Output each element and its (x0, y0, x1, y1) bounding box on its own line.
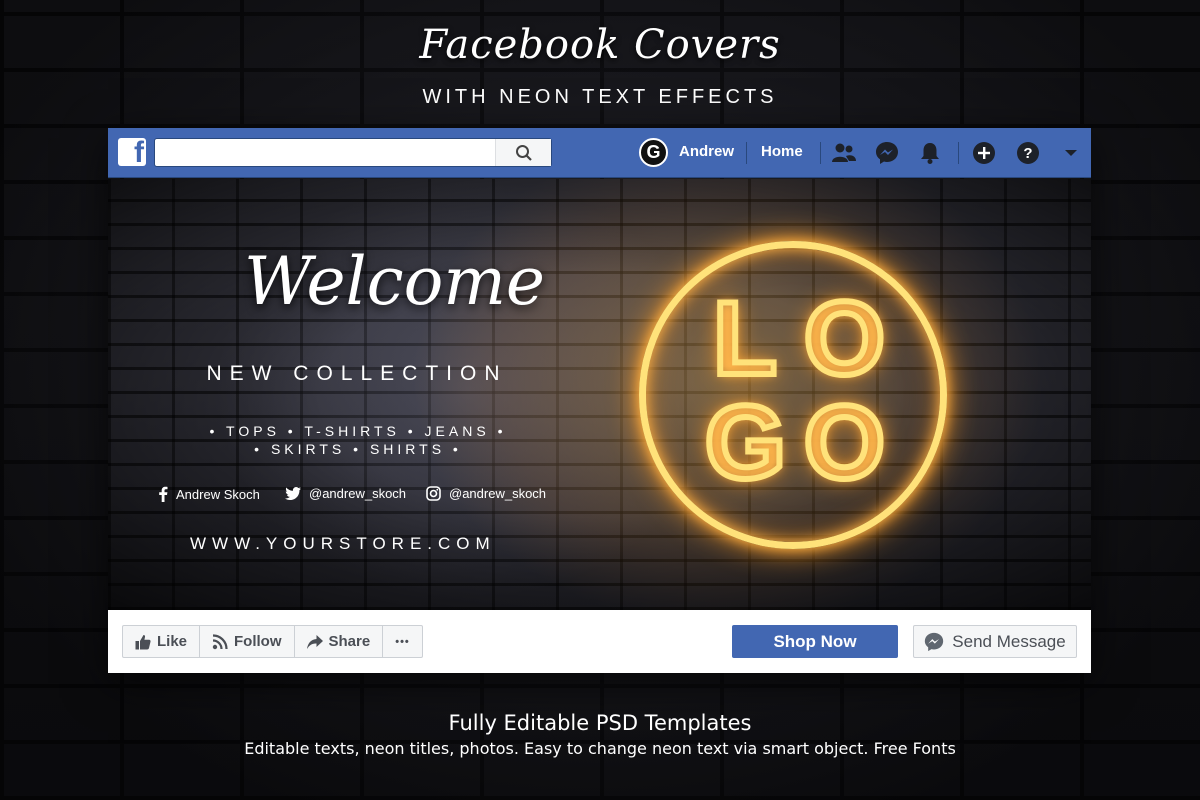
rss-follow-icon (212, 633, 228, 649)
thumbs-up-icon (135, 634, 151, 649)
nav-home-link[interactable]: Home (761, 143, 803, 160)
avatar-letter: G (646, 142, 661, 162)
page-button-group: Like Follow Share ••• (122, 625, 423, 658)
nav-divider (820, 142, 821, 164)
avatar[interactable]: G (639, 138, 668, 167)
notifications-bell-icon[interactable] (917, 140, 943, 166)
more-options-button[interactable]: ••• (383, 626, 422, 657)
send-message-button[interactable]: Send Message (913, 625, 1077, 658)
follow-button[interactable]: Follow (200, 626, 295, 657)
twitter-handle: @andrew_skoch (309, 486, 407, 501)
follow-label: Follow (234, 633, 282, 650)
create-plus-icon[interactable] (971, 140, 997, 166)
search-icon (515, 144, 532, 161)
chevron-down-icon[interactable] (1058, 140, 1084, 166)
share-label: Share (328, 633, 371, 650)
share-arrow-icon (306, 634, 323, 649)
subtitle: WITH NEON TEXT EFFECTS (422, 86, 778, 108)
search-button[interactable] (495, 139, 551, 166)
friends-icon[interactable] (831, 140, 857, 166)
shop-now-label: Shop Now (773, 631, 857, 651)
nav-divider (958, 142, 959, 164)
send-message-label: Send Message (952, 631, 1066, 651)
collection-title: NEW COLLECTION (206, 362, 508, 385)
neon-logo-letter: O (801, 385, 888, 501)
website-url: WWW.YOURSTORE.COM (190, 534, 496, 553)
facebook-logo-icon[interactable]: f (118, 138, 146, 166)
instagram-icon (426, 486, 441, 501)
footer-title: Fully Editable PSD Templates (448, 711, 752, 735)
neon-logo-letter: G (702, 385, 789, 501)
cover-photo: Welcome NEW COLLECTION • TOPS • T-SHIRTS… (108, 179, 1091, 610)
categories-line-1: • TOPS • T-SHIRTS • JEANS • (209, 423, 507, 439)
script-title: Facebook Covers (419, 22, 781, 68)
facebook-logo-letter: f (134, 138, 144, 166)
facebook-icon (159, 486, 168, 502)
instagram-handle: @andrew_skoch (449, 486, 547, 501)
social-twitter: @andrew_skoch (285, 486, 406, 501)
page-action-bar: Like Follow Share ••• Shop Now Send Mess… (108, 610, 1091, 673)
nav-user-name[interactable]: Andrew (679, 143, 734, 160)
facebook-top-bar: f G Andrew Home ? (108, 128, 1091, 178)
categories-line-2: • SKIRTS • SHIRTS • (254, 441, 462, 457)
messenger-icon[interactable] (874, 140, 900, 166)
more-dots-icon: ••• (395, 635, 410, 648)
facebook-page-mockup: f G Andrew Home ? Welcome NEW COLLECTION… (108, 128, 1091, 673)
search-input[interactable] (154, 138, 552, 167)
facebook-handle: Andrew Skoch (176, 486, 260, 502)
welcome-heading: Welcome (244, 243, 545, 320)
like-label: Like (157, 633, 188, 650)
social-instagram: @andrew_skoch (426, 486, 546, 501)
nav-divider (746, 142, 747, 164)
neon-logo-letter: L (710, 281, 780, 397)
neon-logo-ring (639, 241, 947, 549)
footer-subtitle: Editable texts, neon titles, photos. Eas… (244, 739, 956, 758)
share-button[interactable]: Share (295, 626, 384, 657)
messenger-icon (925, 632, 944, 651)
neon-logo-letter: O (801, 281, 888, 397)
svg-text:?: ? (1023, 145, 1032, 162)
help-icon[interactable]: ? (1015, 140, 1041, 166)
shop-now-button[interactable]: Shop Now (732, 625, 898, 658)
social-facebook: Andrew Skoch (158, 486, 260, 502)
like-button[interactable]: Like (123, 626, 201, 657)
twitter-icon (285, 487, 301, 500)
